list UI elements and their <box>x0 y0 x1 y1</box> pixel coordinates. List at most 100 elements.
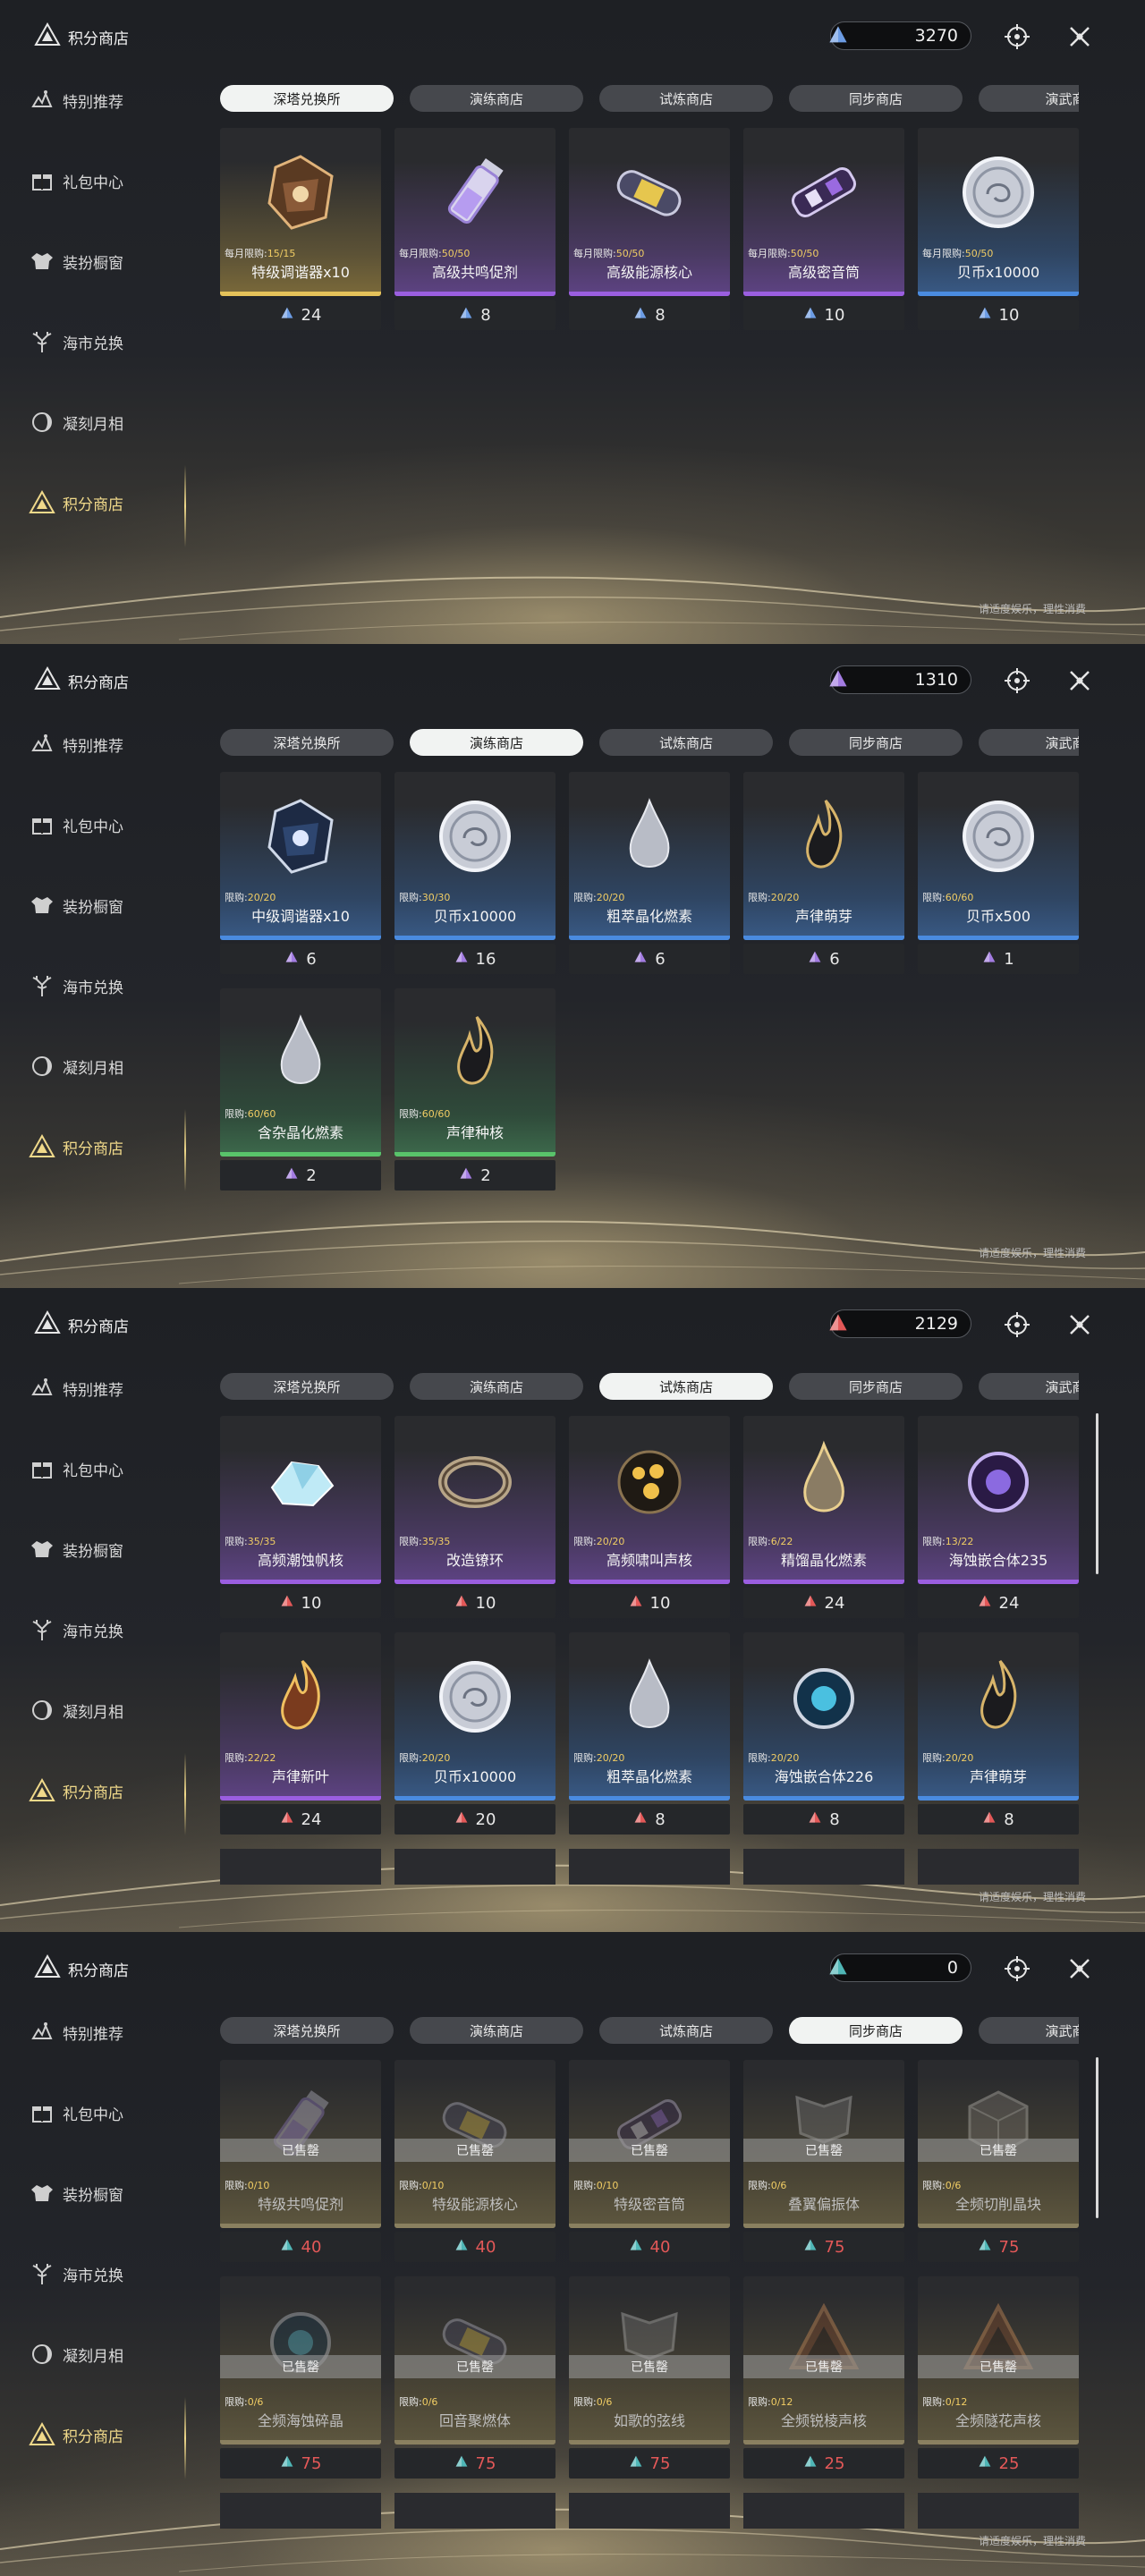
item-card-partial[interactable] <box>743 1849 904 1885</box>
tab-shop[interactable]: 同步商店 <box>789 85 963 112</box>
item-card-partial[interactable] <box>394 2493 556 2529</box>
item-card[interactable]: 限购:20/20 高频啸叫声核 10 <box>569 1416 730 1620</box>
item-card[interactable]: 已售罄 限购:0/10 特级共鸣促剂 40 <box>220 2060 381 2264</box>
item-card-partial[interactable] <box>918 2493 1079 2529</box>
tab-shop[interactable]: 试炼商店 <box>599 2017 773 2044</box>
tab-shop[interactable]: 演练商店 <box>410 1373 583 1400</box>
sidebar-item-outfit[interactable]: 装扮橱窗 <box>25 243 123 279</box>
tab-shop[interactable]: 深塔兑换所 <box>220 2017 394 2044</box>
tab-shop[interactable]: 演武商 <box>979 2017 1079 2044</box>
item-card[interactable]: 限购:30/30 贝币x10000 16 <box>394 772 556 976</box>
sidebar-item-moon[interactable]: 凝刻月相 <box>25 2336 123 2372</box>
sidebar-item-recommend[interactable]: 特别推荐 <box>25 726 123 762</box>
sidebar-item-outfit[interactable]: 装扮橱窗 <box>25 887 123 923</box>
sidebar-item-points-shop[interactable]: 积分商店 <box>25 2417 123 2453</box>
tab-shop[interactable]: 深塔兑换所 <box>220 85 394 112</box>
sidebar-item-gift[interactable]: 礼包中心 <box>25 807 123 843</box>
tab-shop[interactable]: 试炼商店 <box>599 1373 773 1400</box>
item-card[interactable]: 每月限购:50/50 高级密音筒 10 <box>743 128 904 332</box>
tab-shop[interactable]: 试炼商店 <box>599 85 773 112</box>
item-card[interactable]: 已售罄 限购:0/6 全频海蚀碎晶 75 <box>220 2276 381 2480</box>
tab-shop[interactable]: 同步商店 <box>789 1373 963 1400</box>
target-icon[interactable] <box>1002 1953 1032 1984</box>
outfit-icon <box>25 888 59 922</box>
target-icon[interactable] <box>1002 1309 1032 1340</box>
tab-shop[interactable]: 演武商 <box>979 85 1079 112</box>
item-card[interactable]: 已售罄 限购:0/12 全频隧花声核 25 <box>918 2276 1079 2480</box>
item-card[interactable]: 限购:35/35 高频潮蚀帆核 10 <box>220 1416 381 1620</box>
sidebar-item-points-shop[interactable]: 积分商店 <box>25 1773 123 1809</box>
item-card-partial[interactable] <box>569 2493 730 2529</box>
item-card[interactable]: 限购:20/20 海蚀嵌合体226 8 <box>743 1632 904 1836</box>
item-card[interactable]: 限购:60/60 声律种核 2 <box>394 988 556 1192</box>
item-card[interactable]: 已售罄 限购:0/10 特级密音筒 40 <box>569 2060 730 2264</box>
item-card[interactable]: 限购:22/22 声律新叶 24 <box>220 1632 381 1836</box>
item-card[interactable]: 限购:6/22 精馏晶化燃素 24 <box>743 1416 904 1620</box>
item-card-partial[interactable] <box>394 1849 556 1885</box>
item-card-partial[interactable] <box>743 2493 904 2529</box>
target-icon[interactable] <box>1002 665 1032 696</box>
item-card-partial[interactable] <box>220 1849 381 1885</box>
sidebar-item-gift[interactable]: 礼包中心 <box>25 1451 123 1487</box>
sidebar-item-coral[interactable]: 海市兑换 <box>25 968 123 1004</box>
sidebar-item-points-shop[interactable]: 积分商店 <box>25 1129 123 1165</box>
item-card[interactable]: 限购:20/20 粗萃晶化燃素 6 <box>569 772 730 976</box>
item-card-partial[interactable] <box>569 1849 730 1885</box>
item-card[interactable]: 已售罄 限购:0/6 全频切削晶块 75 <box>918 2060 1079 2264</box>
item-card[interactable]: 每月限购:50/50 高级能源核心 8 <box>569 128 730 332</box>
item-card[interactable]: 已售罄 限购:0/6 如歌的弦线 75 <box>569 2276 730 2480</box>
tab-shop[interactable]: 演练商店 <box>410 729 583 756</box>
sidebar-item-gift[interactable]: 礼包中心 <box>25 2095 123 2131</box>
item-card[interactable]: 每月限购:50/50 高级共鸣促剂 8 <box>394 128 556 332</box>
purchase-limit-value: 0/6 <box>247 2396 264 2408</box>
item-card[interactable]: 限购:20/20 中级调谐器x10 6 <box>220 772 381 976</box>
tab-shop[interactable]: 同步商店 <box>789 729 963 756</box>
tab-shop[interactable]: 深塔兑换所 <box>220 729 394 756</box>
item-card[interactable]: 已售罄 限购:0/6 叠翼偏振体 75 <box>743 2060 904 2264</box>
item-card[interactable]: 已售罄 限购:0/12 全频锐棱声核 25 <box>743 2276 904 2480</box>
sidebar-item-points-shop[interactable]: 积分商店 <box>25 485 123 521</box>
item-card[interactable]: 已售罄 限购:0/10 特级能源核心 40 <box>394 2060 556 2264</box>
tab-shop[interactable]: 演练商店 <box>410 2017 583 2044</box>
item-card[interactable]: 限购:60/60 贝币x500 1 <box>918 772 1079 976</box>
item-card[interactable]: 限购:35/35 改造镣环 10 <box>394 1416 556 1620</box>
sidebar-item-outfit[interactable]: 装扮橱窗 <box>25 2175 123 2211</box>
sidebar-item-coral[interactable]: 海市兑换 <box>25 1612 123 1648</box>
item-card[interactable]: 限购:20/20 声律萌芽 6 <box>743 772 904 976</box>
target-icon[interactable] <box>1002 21 1032 52</box>
purchase-limit-value: 0/12 <box>945 2396 968 2408</box>
item-card[interactable]: 限购:20/20 贝币x10000 20 <box>394 1632 556 1836</box>
item-card-partial[interactable] <box>220 2493 381 2529</box>
sidebar-item-recommend[interactable]: 特别推荐 <box>25 2014 123 2050</box>
sidebar-item-moon[interactable]: 凝刻月相 <box>25 404 123 440</box>
item-card[interactable]: 限购:20/20 粗萃晶化燃素 8 <box>569 1632 730 1836</box>
close-icon[interactable] <box>1064 21 1095 52</box>
sidebar-item-moon[interactable]: 凝刻月相 <box>25 1692 123 1728</box>
tab-shop[interactable]: 深塔兑换所 <box>220 1373 394 1400</box>
close-icon[interactable] <box>1064 1953 1095 1984</box>
item-card[interactable]: 每月限购:15/15 特级调谐器x10 24 <box>220 128 381 332</box>
scrollbar[interactable] <box>1096 2057 1098 2218</box>
item-card[interactable]: 已售罄 限购:0/6 回音聚燃体 75 <box>394 2276 556 2480</box>
item-card-body: 限购:30/30 贝币x10000 <box>394 772 556 940</box>
sidebar-item-outfit[interactable]: 装扮橱窗 <box>25 1531 123 1567</box>
tab-shop[interactable]: 同步商店 <box>789 2017 963 2044</box>
item-card-partial[interactable] <box>918 1849 1079 1885</box>
sidebar-item-coral[interactable]: 海市兑换 <box>25 324 123 360</box>
tab-shop[interactable]: 演练商店 <box>410 85 583 112</box>
sidebar-item-recommend[interactable]: 特别推荐 <box>25 82 123 118</box>
sidebar-item-recommend[interactable]: 特别推荐 <box>25 1370 123 1406</box>
item-card[interactable]: 每月限购:50/50 贝币x10000 10 <box>918 128 1079 332</box>
sidebar-item-gift[interactable]: 礼包中心 <box>25 163 123 199</box>
close-icon[interactable] <box>1064 665 1095 696</box>
item-card[interactable]: 限购:20/20 声律萌芽 8 <box>918 1632 1079 1836</box>
tab-shop[interactable]: 演武商 <box>979 729 1079 756</box>
item-card[interactable]: 限购:13/22 海蚀嵌合体235 24 <box>918 1416 1079 1620</box>
item-card[interactable]: 限购:60/60 含杂晶化燃素 2 <box>220 988 381 1192</box>
sidebar-item-coral[interactable]: 海市兑换 <box>25 2256 123 2292</box>
scrollbar[interactable] <box>1096 1413 1098 1574</box>
close-icon[interactable] <box>1064 1309 1095 1340</box>
tab-shop[interactable]: 试炼商店 <box>599 729 773 756</box>
tab-shop[interactable]: 演武商 <box>979 1373 1079 1400</box>
sidebar-item-moon[interactable]: 凝刻月相 <box>25 1048 123 1084</box>
